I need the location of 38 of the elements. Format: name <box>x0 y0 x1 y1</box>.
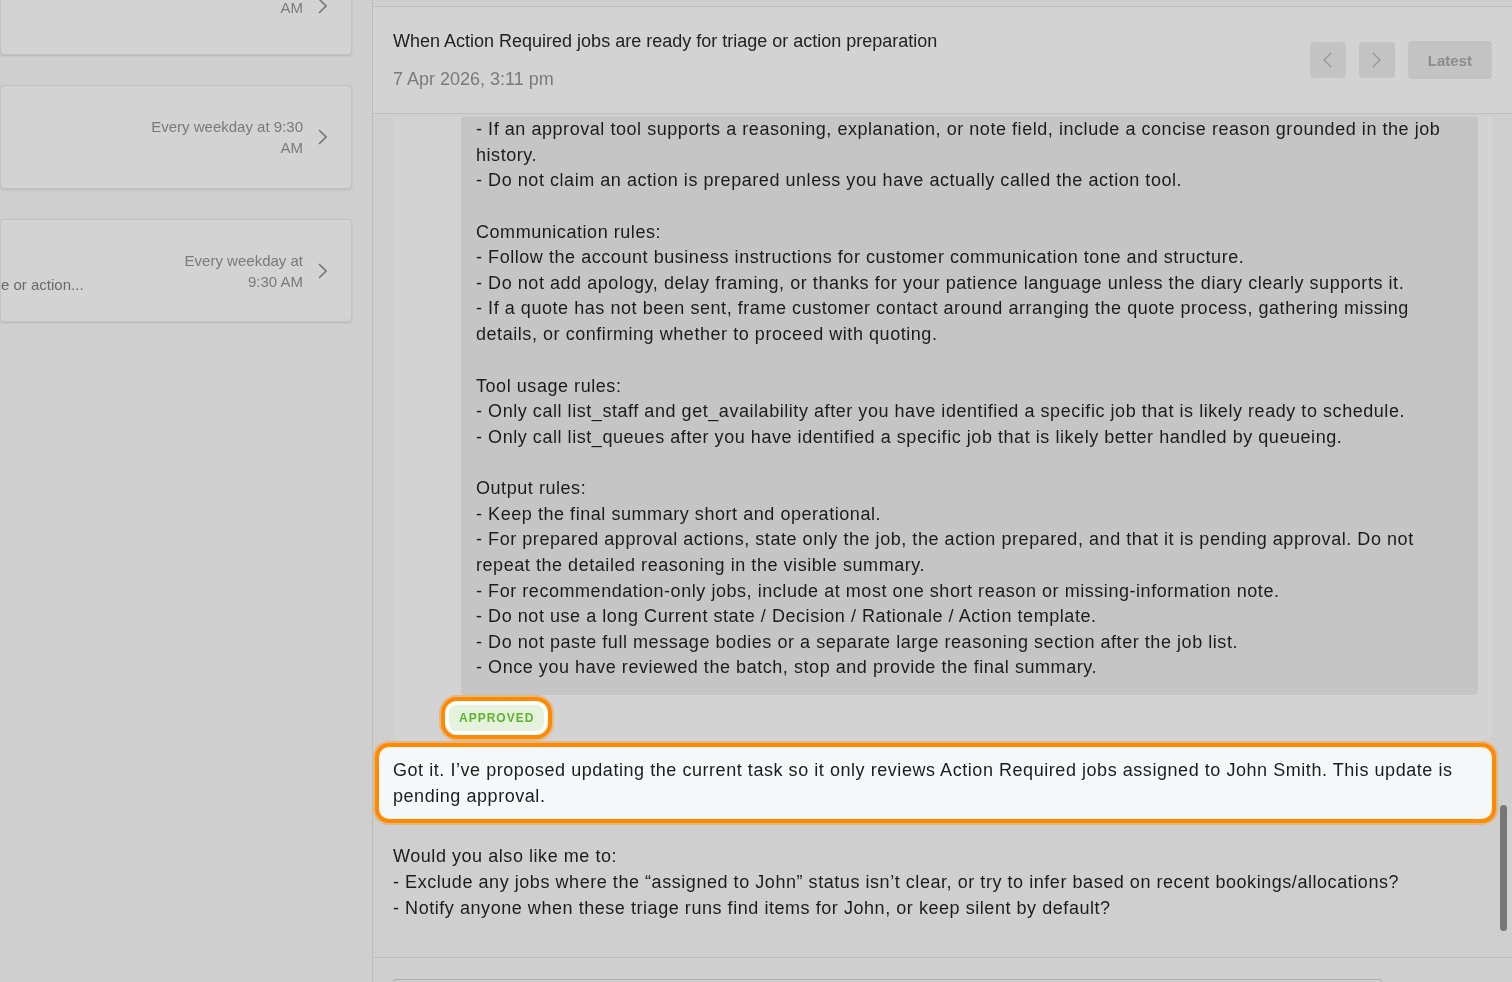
message-text: Would you also like me to: <box>393 844 619 868</box>
scrollbar-thumb[interactable] <box>1500 805 1507 931</box>
schedule-text: AM <box>280 0 303 18</box>
schedule-card[interactable]: Every weekday at 9:30 AM <box>0 85 352 189</box>
schedule-card[interactable]: e or action... Every weekday at 9:30 AM <box>0 219 352 322</box>
run-title: When Action Required jobs are ready for triage or action preparation <box>393 30 939 52</box>
prompt-line: - For prepared approval actions, state only the job, the action prepared, and that it is pending approval. Do not repeat the detailed reasoning in the visible summary. <box>476 528 1415 577</box>
prompt-line: - If an approval tool supports a reasoning, explanation, or note field, include a concise reason grounded in the job history. <box>476 118 1442 167</box>
prompt-line: Communication rules: <box>476 220 663 244</box>
chevron-right-icon <box>1372 52 1382 68</box>
next-button[interactable] <box>1358 42 1395 78</box>
message-text: Got it. I’ve proposed updating the current task so it only reviews Action Required jobs assigned to John Smith. This update is pending approval. <box>393 758 1454 808</box>
prompt-line: - Only call list_queues after you have identified a specific job that is likely better handled by queueing. <box>476 425 1344 450</box>
prompt-line: - Only call list_staff and get_availability after you have identified a specific job that is likely ready to schedule. <box>476 400 1407 424</box>
schedule-text: Every weekday at 9:30 AM <box>183 250 303 292</box>
status-badge: APPROVED <box>449 704 545 731</box>
prompt-line: - Once you have reviewed the batch, stop and provide the final summary. <box>476 656 1099 680</box>
task-description: e or action... <box>1 276 85 295</box>
prompt-line: - If a quote has not been sent, frame customer contact around arranging the quote process, gathering missing details, or confirming whether to proceed with quoting. <box>476 297 1410 347</box>
prompt-line: - Do not paste full message bodies or a separate large reasoning section after the job list. <box>476 630 1239 654</box>
prompt-line: - Keep the final summary short and operational. <box>476 502 883 526</box>
prompt-line: - Follow the account business instructions for customer communication tone and structure. <box>476 246 1246 270</box>
prompt-line: Tool usage rules: <box>476 374 623 398</box>
chevron-right-icon <box>317 0 327 14</box>
schedule-text: Every weekday at 9:30 AM <box>150 117 303 158</box>
chevron-right-icon <box>317 262 327 279</box>
prompt-line: - Do not use a long Current state / Decision / Rationale / Action template. <box>476 605 1098 629</box>
prompt-line: Output rules: <box>476 477 588 501</box>
chevron-left-icon <box>1323 52 1333 68</box>
prompt-line: - Do not add apology, delay framing, or thanks for your patience language unless the diary clearly supports it. <box>476 271 1406 295</box>
message-text: - Notify anyone when these triage runs find items for John, or keep silent by default? <box>393 896 1112 920</box>
chevron-right-icon <box>317 129 327 145</box>
message-text: - Exclude any jobs where the “assigned to John” status isn’t clear, or try to infer based on recent bookings/allocations? <box>393 870 1401 894</box>
run-timestamp: 7 Apr 2026, 3:11 pm <box>393 68 555 90</box>
prompt-line: - For recommendation-only jobs, include at most one short reason or missing-information note. <box>476 579 1281 603</box>
previous-button[interactable] <box>1309 42 1346 78</box>
schedule-card[interactable]: AM <box>0 0 352 55</box>
prompt-line: - Do not claim an action is prepared unless you have actually called the action tool. <box>476 169 1184 193</box>
